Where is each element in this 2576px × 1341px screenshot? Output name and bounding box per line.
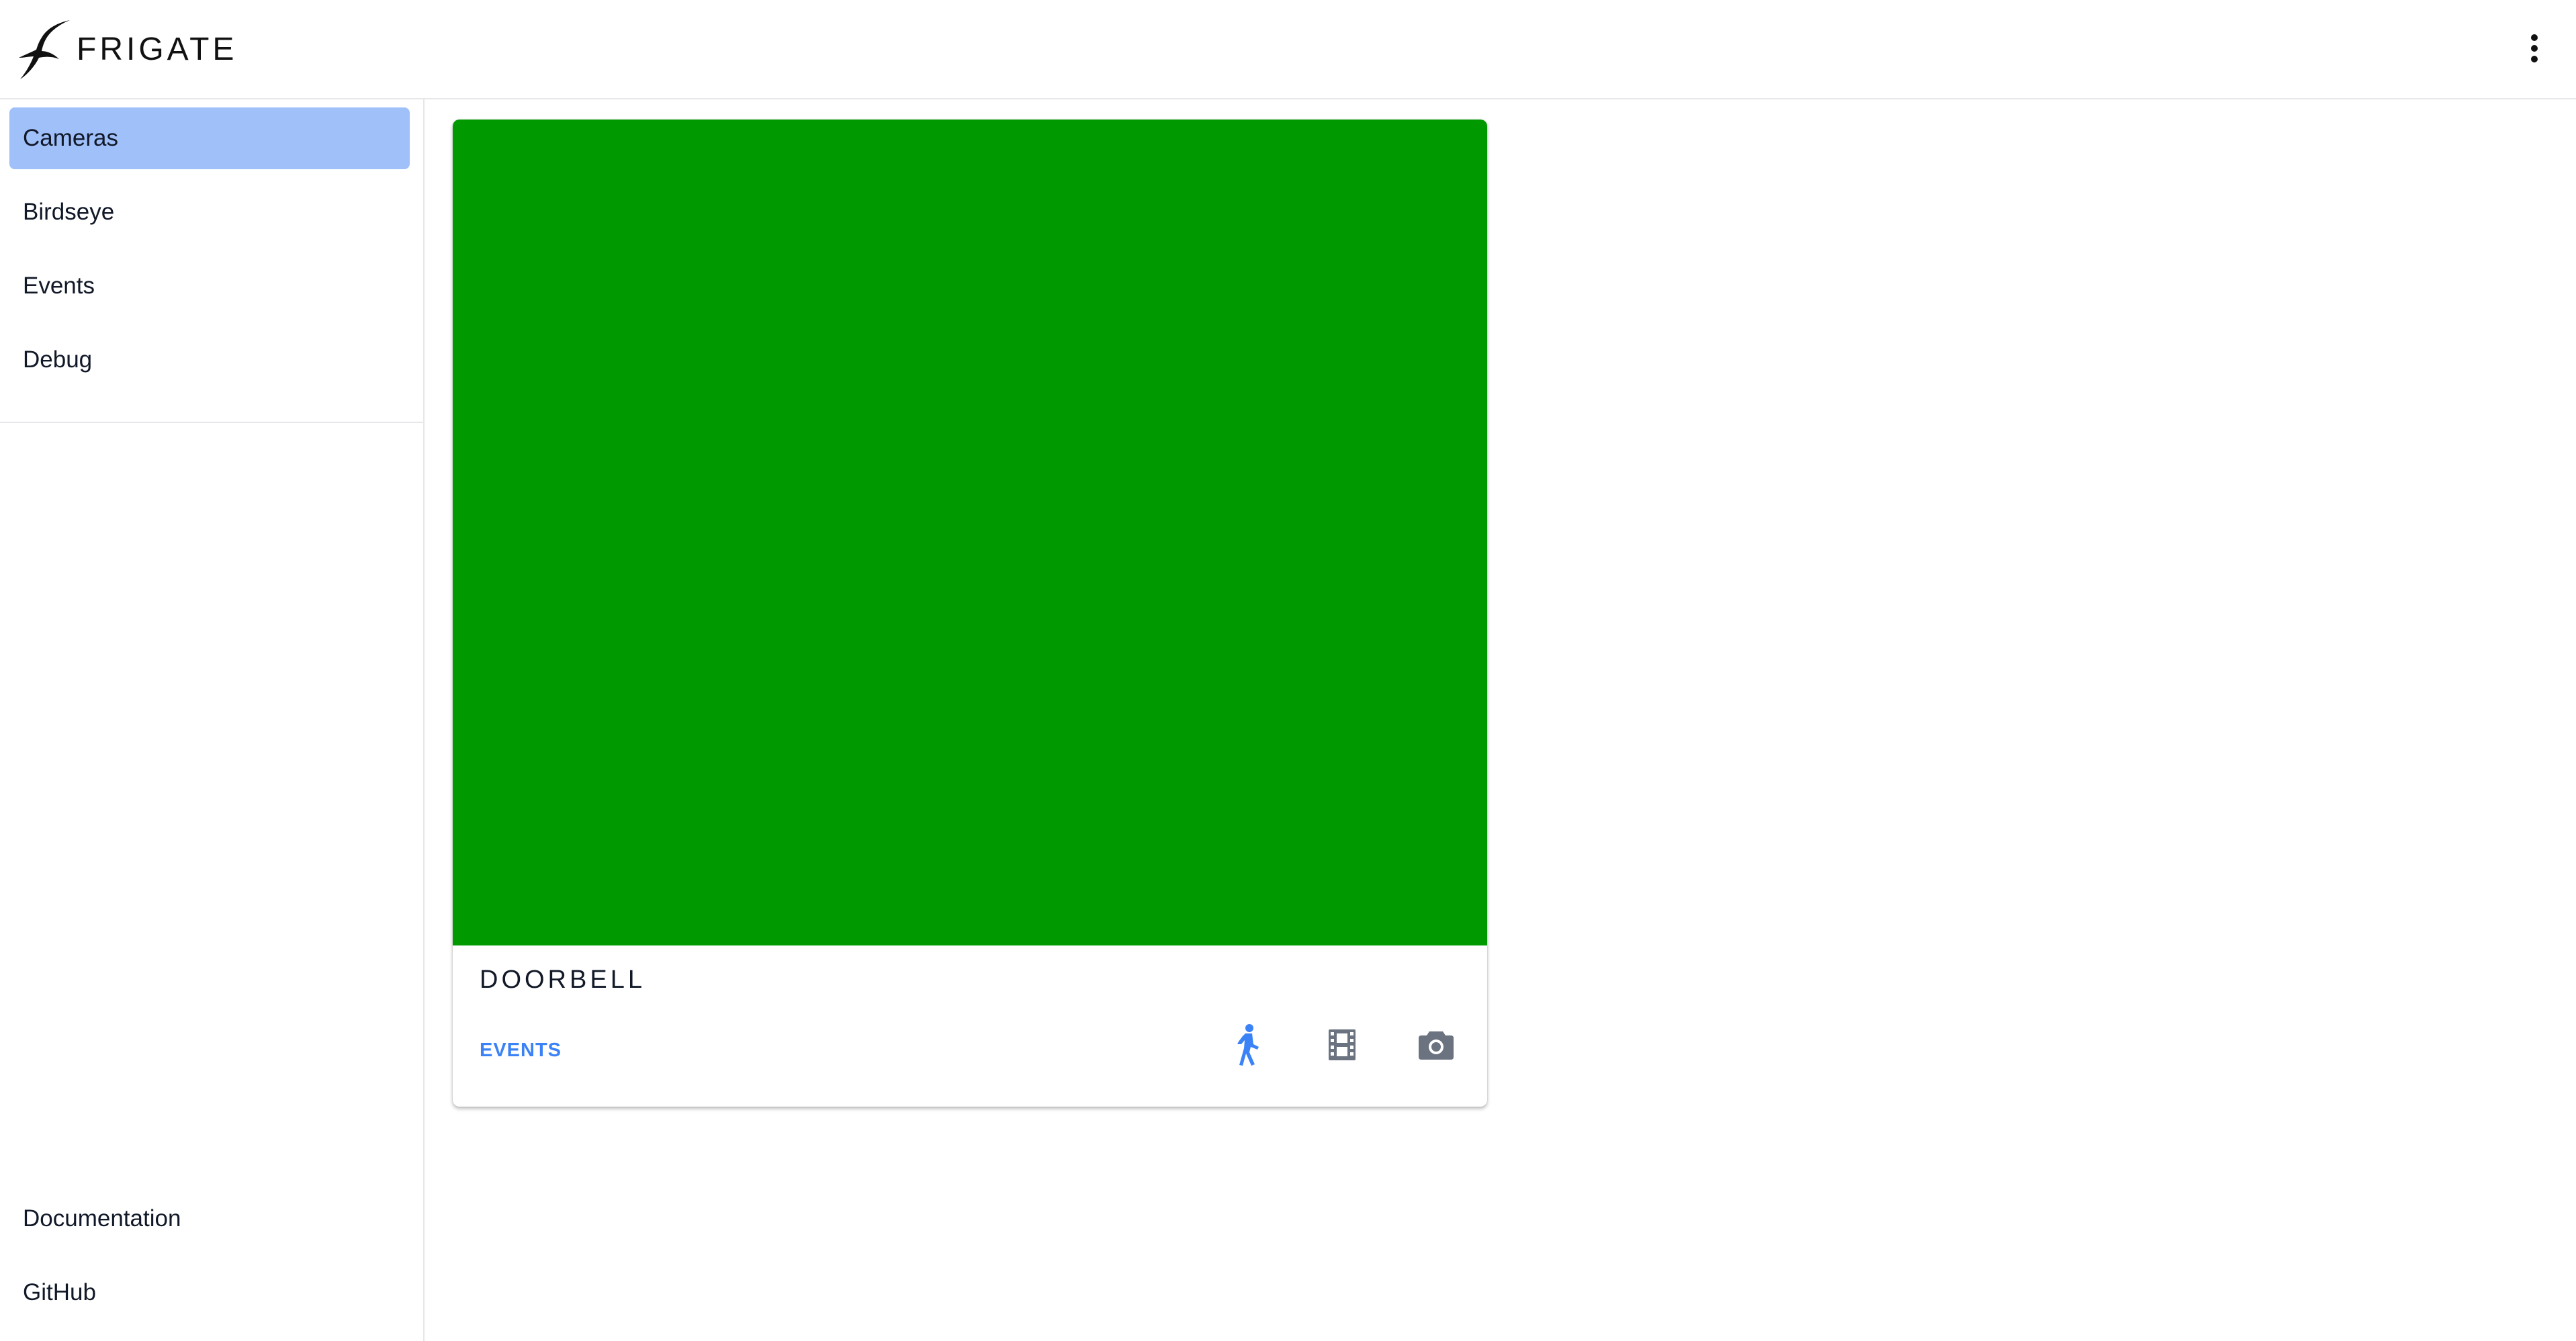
top-header: FRIGATE: [0, 0, 2576, 99]
camera-toggle-icons: [1223, 1019, 1462, 1070]
recordings-film-icon: [1329, 1029, 1356, 1060]
camera-card: DOORBELL EVENTS: [453, 120, 1487, 1107]
main-content: DOORBELL EVENTS: [425, 99, 2576, 1341]
primary-nav: Cameras Birdseye Events Debug: [0, 99, 423, 423]
frigate-bird-icon: [19, 20, 70, 79]
sidebar-item-events[interactable]: Events: [9, 255, 410, 317]
camera-feed[interactable]: [453, 120, 1487, 945]
sidebar-item-birdseye[interactable]: Birdseye: [9, 181, 410, 243]
camera-name: DOORBELL: [480, 966, 646, 994]
sidebar-item-documentation[interactable]: Documentation: [9, 1188, 410, 1250]
sidebar: Cameras Birdseye Events Debug Documentat…: [0, 99, 425, 1341]
snapshots-toggle-button[interactable]: [1411, 1019, 1462, 1070]
secondary-nav: Documentation GitHub: [0, 1188, 423, 1336]
detect-person-icon: [1237, 1024, 1259, 1066]
more-vertical-icon: [2531, 34, 2538, 62]
sidebar-item-debug[interactable]: Debug: [9, 329, 410, 391]
events-link[interactable]: EVENTS: [480, 1039, 562, 1062]
snapshot-camera-icon: [1419, 1031, 1454, 1060]
detect-toggle-button[interactable]: [1223, 1019, 1274, 1070]
sidebar-item-github[interactable]: GitHub: [9, 1262, 410, 1324]
app-root: FRIGATE Cameras Birdseye Events Debug Do…: [0, 0, 2576, 1341]
sidebar-item-cameras[interactable]: Cameras: [9, 107, 410, 169]
recordings-toggle-button[interactable]: [1317, 1019, 1368, 1070]
app-brand: FRIGATE: [77, 32, 238, 67]
more-menu-button[interactable]: [2506, 20, 2563, 77]
